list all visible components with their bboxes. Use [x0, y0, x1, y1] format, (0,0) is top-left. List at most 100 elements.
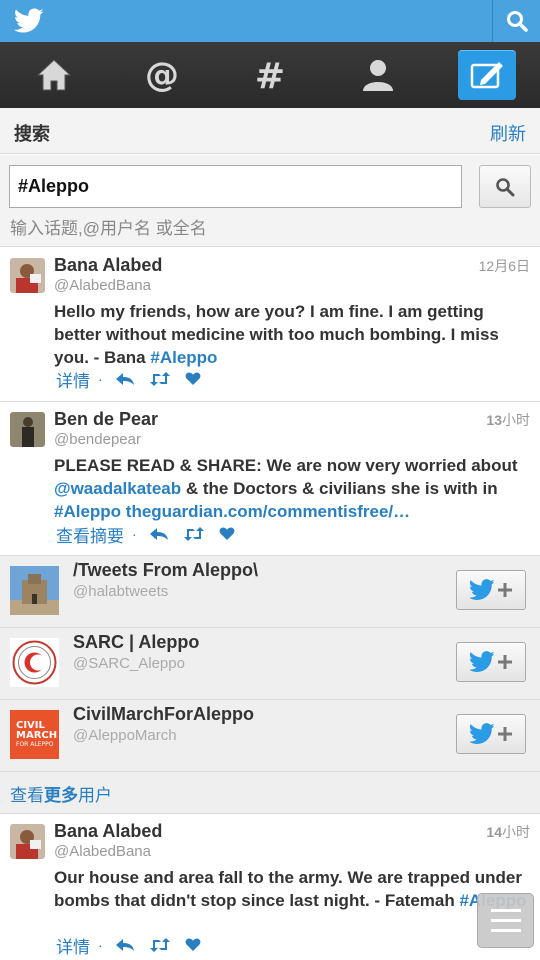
more-users-bar: 查看更多用户	[0, 772, 540, 814]
avatar[interactable]	[10, 566, 59, 615]
plus-icon	[498, 655, 512, 669]
compose-icon	[470, 62, 503, 89]
tweet-author-handle[interactable]: @bendepear	[54, 431, 141, 448]
nav-home[interactable]	[0, 42, 108, 108]
more-users-link[interactable]: 查看更多用户	[10, 781, 112, 806]
user-handle: @SARC_Aleppo	[73, 655, 185, 672]
tweet-text: Hello my friends, how are you? I am fine…	[54, 302, 499, 367]
compose-button[interactable]	[458, 50, 516, 100]
retweet-icon	[149, 938, 170, 952]
user-name[interactable]: /Tweets From Aleppo\	[73, 560, 258, 581]
tweet-actions: 查看摘要 ·	[56, 522, 249, 547]
twitter-bird-icon	[469, 651, 495, 672]
user-handle: @halabtweets	[73, 583, 169, 600]
tweet-author-name[interactable]: Ben de Pear	[54, 409, 158, 430]
user-name[interactable]: CivilMarchForAleppo	[73, 704, 254, 725]
reply-icon	[115, 373, 134, 385]
svg-text:@: @	[145, 55, 179, 95]
tweet-author-handle[interactable]: @AlabedBana	[54, 843, 151, 860]
retweet-button[interactable]	[149, 372, 171, 386]
tweet-author-name[interactable]: Bana Alabed	[54, 255, 162, 276]
tweet-item[interactable]: Bana Alabed @AlabedBana 14小时 Our house a…	[0, 814, 540, 960]
heart-icon	[185, 372, 201, 385]
reply-button[interactable]	[115, 372, 135, 386]
menu-icon-bar	[490, 929, 521, 932]
page-title: 搜索	[14, 124, 50, 144]
avatar[interactable]: CIVIL MARCH FOR ALEPPO	[10, 710, 59, 759]
retweet-button[interactable]	[149, 938, 171, 952]
user-row[interactable]: CIVIL MARCH FOR ALEPPO CivilMarchForAlep…	[0, 700, 540, 772]
menu-icon-bar	[490, 909, 521, 912]
tweet-summary-link[interactable]: 查看摘要	[56, 522, 124, 547]
reply-button[interactable]	[149, 527, 169, 541]
search-submit-button[interactable]	[479, 165, 531, 208]
follow-button[interactable]	[456, 642, 526, 682]
main-nav: @ #	[0, 42, 540, 108]
tweet-item[interactable]: Bana Alabed @AlabedBana 12月6日 Hello my f…	[0, 248, 540, 402]
user-name[interactable]: SARC | Aleppo	[73, 632, 199, 653]
hashtag-link[interactable]: #Aleppo	[54, 502, 121, 521]
tweet-time: 13小时	[486, 412, 530, 428]
heart-icon	[185, 938, 201, 951]
follow-button[interactable]	[456, 714, 526, 754]
mentions-icon: @	[145, 55, 179, 95]
hashtag-icon: #	[255, 56, 285, 95]
reply-button[interactable]	[115, 938, 135, 952]
refresh-button[interactable]: 刷新	[490, 120, 526, 146]
nav-profile[interactable]	[324, 42, 432, 108]
retweet-icon	[149, 372, 170, 386]
top-search-button[interactable]	[492, 0, 540, 42]
avatar[interactable]	[10, 638, 59, 687]
search-icon	[506, 11, 528, 32]
heart-icon	[219, 527, 235, 540]
search-hint: 输入话题,@用户名 或全名	[10, 219, 207, 238]
retweet-button[interactable]	[183, 527, 205, 541]
twitter-bird-icon[interactable]	[14, 8, 44, 34]
tweet-time: 14小时	[486, 824, 530, 840]
mention-link[interactable]: @waadalkateab	[54, 479, 181, 498]
profile-icon	[363, 60, 393, 91]
favorite-button[interactable]	[185, 372, 201, 386]
tweet-item[interactable]: Ben de Pear @bendepear 13小时 PLEASE READ …	[0, 402, 540, 556]
svg-text:FOR ALEPPO: FOR ALEPPO	[16, 741, 54, 748]
home-icon	[36, 59, 72, 91]
reply-icon	[149, 528, 168, 540]
search-area: #Aleppo 输入话题,@用户名 或全名	[0, 155, 540, 247]
tweet-time: 12月6日	[478, 258, 530, 274]
search-header: 搜索 刷新	[0, 108, 540, 154]
tweet-author-name[interactable]: Bana Alabed	[54, 821, 162, 842]
tweet-author-handle[interactable]: @AlabedBana	[54, 277, 151, 294]
user-handle: @AleppoMarch	[73, 727, 177, 744]
tweet-actions: 详情 ·	[56, 367, 215, 392]
hashtag-link[interactable]: #Aleppo	[150, 348, 217, 367]
search-icon	[496, 177, 515, 196]
svg-text:MARCH: MARCH	[16, 730, 57, 741]
tweet-actions: 详情 ·	[56, 933, 215, 958]
avatar[interactable]	[10, 412, 45, 447]
favorite-button[interactable]	[219, 527, 235, 541]
tweet-text: Our house and area fall to the army. We …	[54, 866, 528, 912]
favorite-button[interactable]	[185, 938, 201, 952]
retweet-icon	[183, 527, 204, 541]
twitter-bird-icon	[469, 579, 495, 600]
tweet-detail-link[interactable]: 详情	[56, 933, 90, 958]
plus-icon	[498, 727, 512, 741]
menu-icon-bar	[490, 919, 521, 922]
tweet-text: PLEASE READ & SHARE: We are now very wor…	[54, 456, 518, 521]
url-link[interactable]: theguardian.com/commentisfree/…	[126, 502, 410, 521]
avatar[interactable]	[10, 824, 45, 859]
plus-icon	[498, 583, 512, 597]
reply-icon	[115, 939, 134, 951]
tweet-detail-link[interactable]: 详情	[56, 367, 90, 392]
nav-mentions[interactable]: @	[108, 42, 216, 108]
svg-text:#: #	[255, 56, 285, 95]
user-row[interactable]: /Tweets From Aleppo\ @halabtweets	[0, 556, 540, 628]
floating-menu-button[interactable]	[477, 893, 534, 948]
avatar[interactable]	[10, 258, 45, 293]
nav-hashtag[interactable]: #	[216, 42, 324, 108]
twitter-bird-icon	[469, 723, 495, 744]
top-bar	[0, 0, 540, 42]
search-input[interactable]: #Aleppo	[9, 165, 462, 208]
follow-button[interactable]	[456, 570, 526, 610]
user-row[interactable]: SARC | Aleppo @SARC_Aleppo	[0, 628, 540, 700]
